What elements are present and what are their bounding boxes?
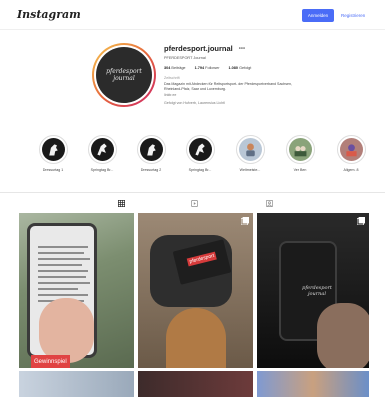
highlight-label: Springtag Br... bbox=[90, 168, 114, 172]
login-button[interactable]: Anmelden bbox=[302, 9, 334, 22]
tab-posts[interactable] bbox=[116, 198, 126, 208]
tab-reels[interactable] bbox=[189, 198, 199, 208]
post-tile[interactable]: pferdesport bbox=[138, 213, 253, 368]
profile-stats: 304 Beiträge 1.794 Follower 1.080 Gefolg… bbox=[164, 66, 364, 70]
top-navigation-bar: Instagram Anmelden Registrieren bbox=[0, 0, 385, 30]
multi-photo-icon bbox=[357, 217, 365, 225]
profile-bio: Das Magazin mit Abdecken für Reitsportsp… bbox=[164, 82, 293, 91]
hand-photo bbox=[317, 303, 369, 368]
tagged-icon bbox=[265, 199, 273, 207]
horse-icon bbox=[96, 143, 107, 156]
post-caption-overlay: Gewinnspiel bbox=[31, 355, 70, 368]
profile-info: pferdesport.journal ••• PFERDESPORT Jour… bbox=[164, 44, 364, 105]
more-options-icon[interactable]: ••• bbox=[239, 46, 245, 52]
following-count[interactable]: 1.080 Gefolgt bbox=[229, 66, 252, 70]
profile-category: Zeitschrift bbox=[164, 76, 180, 80]
horse-icon bbox=[146, 144, 156, 156]
hand-photo bbox=[39, 298, 94, 363]
highlight-item[interactable]: Dressurtag 2 bbox=[136, 135, 166, 172]
followers-count[interactable]: 1.794 Follower bbox=[195, 66, 220, 70]
highlight-label: Weltmeiste... bbox=[239, 168, 261, 172]
highlight-label: Springtag Br... bbox=[188, 168, 212, 172]
horse-photo bbox=[166, 308, 226, 368]
tab-tagged[interactable] bbox=[264, 198, 274, 208]
avatar-logo-subtext: journal bbox=[113, 75, 135, 82]
highlight-item[interactable]: Springtag Br... bbox=[87, 135, 117, 172]
horse-icon bbox=[194, 143, 205, 156]
highlight-label: Allgem. 8 bbox=[343, 168, 359, 172]
highlight-item[interactable]: Ver Ben bbox=[285, 135, 315, 172]
profile-fullname: PFERDESPORT Journal bbox=[164, 56, 206, 60]
post-tile[interactable]: Gewinnspiel bbox=[19, 213, 134, 368]
highlight-label: Dressurtag 1 bbox=[42, 168, 64, 172]
highlight-item[interactable]: Weltmeiste... bbox=[235, 135, 265, 172]
post-tile[interactable] bbox=[19, 371, 134, 397]
highlight-label: Ver Ben bbox=[293, 168, 307, 172]
followed-by-text[interactable]: Gefolgt von Hufverb, Laurensius Lichtl bbox=[164, 101, 364, 105]
instagram-logo[interactable]: Instagram bbox=[17, 8, 81, 21]
grid-icon bbox=[117, 199, 125, 207]
reels-icon bbox=[190, 199, 198, 207]
profile-link[interactable]: linktr.ee bbox=[164, 93, 364, 97]
post-tile[interactable] bbox=[257, 371, 369, 397]
card-logo-text: pferdesport bbox=[186, 251, 218, 267]
avatar-logo-text: pferdesport bbox=[106, 68, 142, 75]
multi-photo-icon bbox=[241, 217, 249, 225]
highlight-item[interactable]: Allgem. 8 bbox=[336, 135, 366, 172]
highlight-item[interactable]: Dressurtag 1 bbox=[38, 135, 68, 172]
highlight-label: Dressurtag 2 bbox=[140, 168, 162, 172]
event-photo-icon bbox=[345, 144, 357, 157]
group-photo-icon bbox=[294, 146, 306, 157]
highlight-item[interactable]: Springtag Br... bbox=[185, 135, 215, 172]
post-tile[interactable] bbox=[138, 371, 253, 397]
profile-tabs bbox=[0, 192, 385, 212]
rider-photo-icon bbox=[245, 143, 255, 157]
posts-count: 304 Beiträge bbox=[164, 66, 186, 70]
horse-icon bbox=[48, 144, 58, 156]
signup-link[interactable]: Registrieren bbox=[341, 9, 365, 22]
phone-screen-logo: pferdesport journal bbox=[302, 285, 332, 297]
post-tile[interactable]: pferdesport journal bbox=[257, 213, 369, 368]
profile-username: pferdesport.journal bbox=[164, 44, 233, 53]
profile-avatar[interactable]: pferdesport journal bbox=[92, 43, 156, 107]
